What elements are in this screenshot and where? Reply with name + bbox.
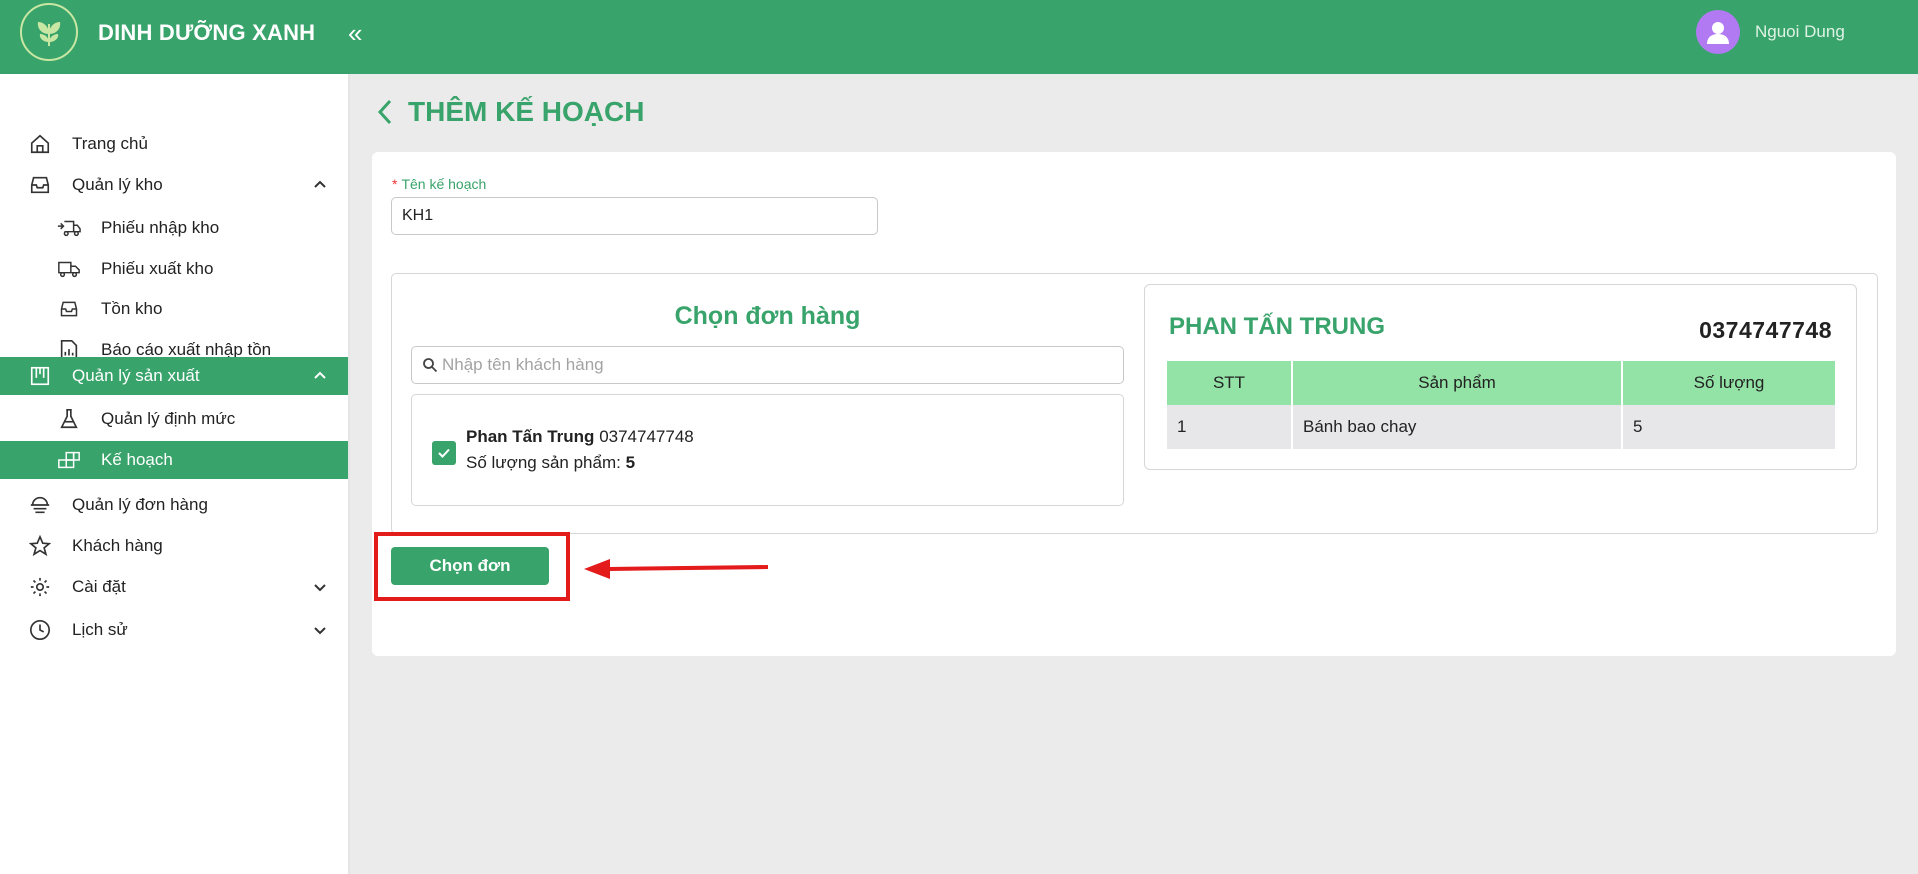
chevron-up-icon	[314, 180, 326, 188]
table-row: 1 Bánh bao chay 5	[1167, 405, 1835, 449]
order-detail-table: STT Sản phẩm Số lượng 1 Bánh bao chay 5	[1165, 361, 1837, 449]
order-detail-panel: PHAN TẤN TRUNG 0374747748 STT Sản phẩm S…	[1144, 284, 1857, 470]
sidebar-item-label: Kế hoạch	[101, 450, 173, 469]
sidebar-item-production[interactable]: Quản lý sản xuất	[0, 357, 348, 395]
flask-icon	[57, 407, 81, 431]
avatar[interactable]	[1696, 10, 1740, 54]
detail-customer-name: PHAN TẤN TRUNG	[1169, 313, 1385, 340]
plan-name-input[interactable]	[391, 197, 878, 235]
sidebar-item-orders[interactable]: Quản lý đơn hàng	[0, 485, 348, 525]
table-cell: Bánh bao chay	[1293, 405, 1621, 449]
sidebar-item-export-slip[interactable]: Phiếu xuất kho	[0, 249, 348, 289]
annotation-arrow-icon	[584, 559, 769, 579]
chevron-down-icon	[314, 584, 326, 592]
sidebar-item-label: Quản lý đơn hàng	[72, 495, 208, 514]
sidebar-item-home[interactable]: Trang chủ	[0, 124, 348, 164]
sidebar-item-label: Lịch sử	[72, 620, 128, 639]
truck-out-icon	[57, 257, 81, 281]
gear-icon	[28, 575, 52, 599]
customer-search[interactable]	[411, 346, 1124, 384]
order-quantity-label: Số lượng sản phẩm:	[466, 453, 621, 472]
truck-in-icon	[57, 216, 81, 240]
brand-name: DINH DƯỠNG XANH	[98, 20, 316, 45]
chevron-down-icon	[314, 627, 326, 635]
sidebar-item-label: Phiếu nhập kho	[101, 218, 220, 237]
sidebar-item-inventory[interactable]: Tồn kho	[0, 289, 348, 329]
sidebar-item-label: Tồn kho	[101, 299, 163, 318]
order-checkbox[interactable]	[432, 441, 456, 465]
home-icon	[28, 132, 52, 156]
back-chevron-icon[interactable]	[374, 97, 396, 127]
sidebar-item-norm[interactable]: Quản lý định mức	[0, 399, 348, 439]
sidebar-item-label: Quản lý định mức	[101, 409, 236, 428]
page-title: THÊM KẾ HOẠCH	[374, 96, 644, 128]
column-header: Sản phẩm	[1293, 361, 1621, 405]
sidebar: Trang chủ Quản lý kho Phiếu nhập kho Phi…	[0, 74, 348, 874]
top-header: DINH DƯỠNG XANH « Nguoi Dung	[0, 0, 1918, 74]
user-name: Nguoi Dung	[1755, 22, 1845, 41]
search-icon	[423, 358, 438, 373]
page-title-text: THÊM KẾ HOẠCH	[408, 96, 645, 127]
sidebar-item-history[interactable]: Lịch sử	[0, 610, 348, 650]
customer-search-input[interactable]	[442, 347, 1112, 383]
order-list: Phan Tấn Trung 0374747748 Số lượng sản p…	[411, 394, 1124, 506]
plan-name-label-text: Tên kế hoạch	[401, 176, 487, 192]
order-customer-phone: 0374747748	[599, 427, 694, 446]
order-customer: Phan Tấn Trung 0374747748	[466, 427, 694, 447]
order-quantity: Số lượng sản phẩm: 5	[466, 453, 635, 473]
chevron-up-icon	[314, 371, 326, 379]
sidebar-item-warehouse[interactable]: Quản lý kho	[0, 165, 348, 205]
inbox-icon	[28, 173, 52, 197]
clock-icon	[28, 618, 52, 642]
required-mark: *	[392, 176, 398, 192]
sidebar-item-label: Quản lý sản xuất	[72, 366, 200, 385]
inventory-icon	[57, 297, 81, 321]
sidebar-item-label: Quản lý kho	[72, 175, 163, 194]
sidebar-item-customers[interactable]: Khách hàng	[0, 526, 348, 566]
sidebar-item-label: Cài đặt	[72, 577, 126, 596]
order-customer-name: Phan Tấn Trung	[466, 427, 595, 446]
table-cell: 5	[1623, 405, 1835, 449]
table-cell: 1	[1167, 405, 1291, 449]
detail-customer-phone: 0374747748	[1699, 317, 1832, 343]
logo-leaf-icon	[20, 3, 78, 61]
column-header: Số lượng	[1623, 361, 1835, 405]
sidebar-item-import-slip[interactable]: Phiếu nhập kho	[0, 208, 348, 248]
brand[interactable]: DINH DƯỠNG XANH	[0, 0, 348, 74]
choose-order-title: Chọn đơn hàng	[674, 302, 861, 330]
order-icon	[28, 493, 52, 517]
star-icon	[28, 534, 52, 558]
sidebar-item-label: Phiếu xuất kho	[101, 259, 214, 278]
blocks-icon	[57, 448, 81, 472]
collapse-sidebar-icon[interactable]: «	[348, 18, 362, 49]
check-icon	[438, 448, 450, 458]
sidebar-item-label: Khách hàng	[72, 536, 163, 555]
factory-icon	[28, 364, 52, 388]
plan-name-label: * Tên kế hoạch	[392, 176, 486, 192]
sidebar-item-plan[interactable]: Kế hoạch	[0, 441, 348, 479]
user-menu[interactable]: Nguoi Dung	[1696, 10, 1845, 54]
order-quantity-value: 5	[625, 453, 636, 472]
sidebar-item-label: Trang chủ	[72, 134, 148, 153]
annotation-highlight	[374, 532, 570, 601]
sidebar-item-settings[interactable]: Cài đặt	[0, 567, 348, 607]
column-header: STT	[1167, 361, 1291, 405]
